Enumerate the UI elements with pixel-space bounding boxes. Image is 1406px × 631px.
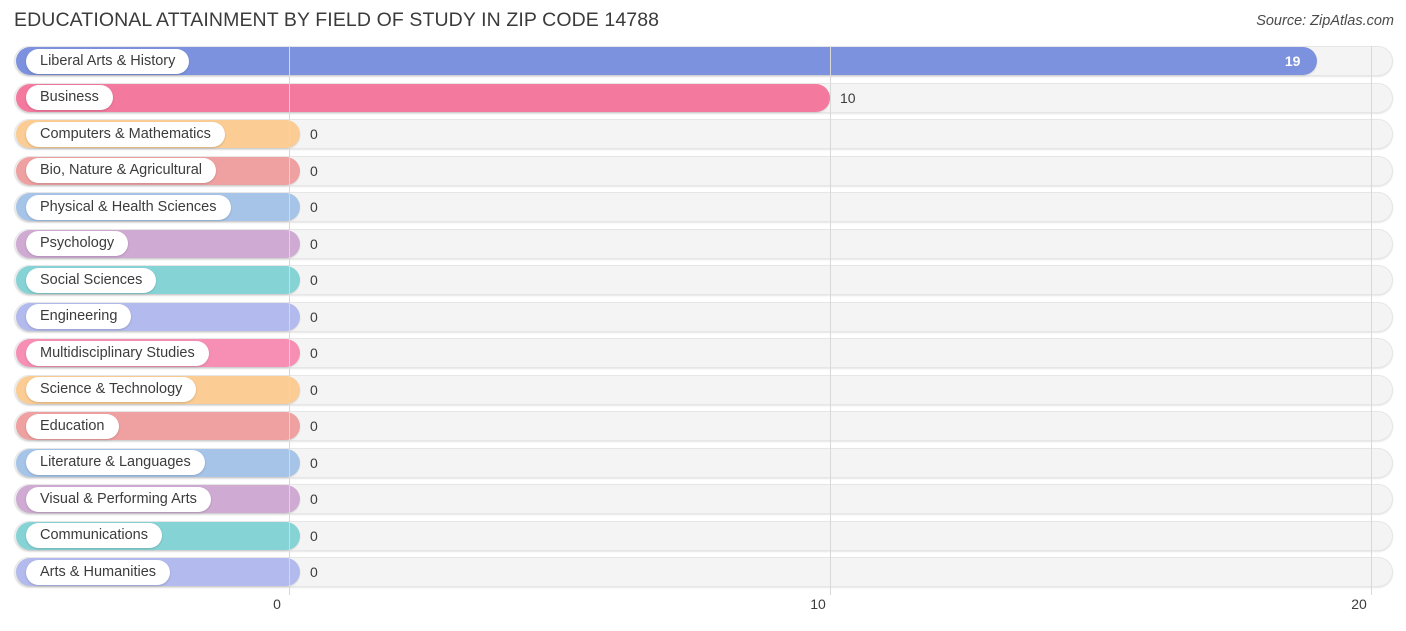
- bar-label-pill: Visual & Performing Arts: [26, 486, 211, 512]
- bar-value-label: 0: [310, 527, 318, 544]
- bar-category-label: Education: [40, 417, 105, 434]
- bar-row[interactable]: Business 10: [0, 82, 1406, 113]
- bar-label-pill: Physical & Health Sciences: [26, 194, 231, 220]
- bar-label-pill: Liberal Arts & History: [26, 48, 190, 74]
- bar-row[interactable]: Computers & Mathematics 0: [0, 119, 1406, 149]
- bar-label-pill: Education: [26, 413, 119, 439]
- bar-value-label: 0: [310, 454, 318, 471]
- bar-label-pill: Engineering: [26, 304, 132, 329]
- bar-value-label: 0: [310, 345, 318, 361]
- bar-label-pill: Multidisciplinary Studies: [26, 340, 209, 366]
- bar-category-label: Social Sciences: [40, 271, 143, 288]
- bar-row[interactable]: Physical & Health Sciences 0: [0, 192, 1406, 222]
- bar-label-pill: Arts & Humanities: [26, 559, 171, 585]
- bar-value-label: 19: [1284, 53, 1301, 69]
- bar-category-label: Psychology: [40, 235, 115, 252]
- bar-row[interactable]: Bio, Nature & Agricultural 0: [0, 155, 1406, 186]
- bar-row[interactable]: Arts & Humanities 0: [0, 557, 1406, 587]
- bar-value-label: 0: [310, 564, 318, 580]
- bar-value-label: 0: [310, 199, 318, 215]
- bar-row[interactable]: Social Sciences 0: [0, 265, 1406, 295]
- bar-row[interactable]: Communications 0: [0, 520, 1406, 551]
- bar-category-label: Literature & Languages: [40, 454, 191, 471]
- bar-row[interactable]: Psychology 0: [0, 228, 1406, 259]
- bar-label-pill: Psychology: [26, 231, 129, 256]
- bar-category-label: Liberal Arts & History: [40, 52, 176, 69]
- bar-row[interactable]: Visual & Performing Arts 0: [0, 484, 1406, 514]
- bar-value-label: 10: [840, 89, 856, 106]
- bar-label-pill: Bio, Nature & Agricultural: [26, 158, 216, 183]
- bar-category-label: Science & Technology: [40, 381, 183, 398]
- bar-category-label: Business: [40, 89, 99, 106]
- bar-category-label: Engineering: [40, 308, 118, 325]
- x-axis-tick-label: 20: [1351, 596, 1367, 612]
- bar-value-label: 0: [310, 272, 318, 288]
- bar-category-label: Computers & Mathematics: [40, 125, 211, 142]
- x-axis-tick-label: 0: [273, 596, 281, 612]
- bar-row[interactable]: Literature & Languages 0: [0, 447, 1406, 478]
- bar-row[interactable]: Education 0: [0, 411, 1406, 441]
- bar-rows: Liberal Arts & History 19 Business 10 Comput…: [0, 46, 1406, 594]
- bar-fill: [16, 47, 1317, 75]
- bar-value-label: 0: [310, 235, 318, 252]
- bar-label-pill: Business: [26, 85, 113, 110]
- chart-plot-area: Liberal Arts & History 19 Business 10 Comput…: [0, 46, 1406, 595]
- bar-row[interactable]: Science & Technology 0: [0, 374, 1406, 405]
- bar-category-label: Visual & Performing Arts: [40, 490, 197, 507]
- bar-category-label: Communications: [40, 527, 148, 544]
- bar-value-label: 0: [310, 381, 318, 398]
- source-attribution: Source: ZipAtlas.com: [1256, 13, 1394, 29]
- bar-category-label: Arts & Humanities: [40, 563, 157, 580]
- bar-label-pill: Social Sciences: [26, 267, 157, 293]
- bar-row[interactable]: Engineering 0: [0, 301, 1406, 332]
- bar-row[interactable]: Liberal Arts & History 19: [0, 46, 1406, 76]
- x-axis: 0 10 20: [0, 596, 1406, 620]
- bar-value-label: 0: [310, 126, 318, 142]
- bar-category-label: Bio, Nature & Agricultural: [40, 162, 202, 179]
- bar-row[interactable]: Multidisciplinary Studies 0: [0, 338, 1406, 368]
- bar-value-label: 0: [310, 308, 318, 325]
- bar-label-pill: Computers & Mathematics: [26, 121, 225, 147]
- bar-label-pill: Science & Technology: [26, 377, 197, 402]
- bar-label-pill: Communications: [26, 523, 162, 548]
- bar-category-label: Physical & Health Sciences: [40, 198, 217, 215]
- chart-header: EDUCATIONAL ATTAINMENT BY FIELD OF STUDY…: [0, 0, 1406, 44]
- bar-value-label: 0: [310, 418, 318, 434]
- bar-fill: [16, 83, 830, 112]
- bar-value-label: 0: [310, 491, 318, 507]
- bar-label-pill: Literature & Languages: [26, 450, 205, 475]
- bar-category-label: Multidisciplinary Studies: [40, 344, 195, 361]
- bar-value-label: 0: [310, 162, 318, 179]
- page-title: EDUCATIONAL ATTAINMENT BY FIELD OF STUDY…: [14, 9, 660, 31]
- x-axis-tick-label: 10: [810, 596, 826, 612]
